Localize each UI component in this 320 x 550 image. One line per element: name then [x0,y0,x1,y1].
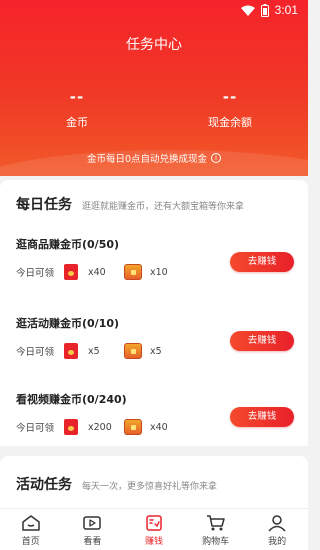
task-browse-activities: 逛活动赚金币(0/10) 今日可领 x5 x5 去赚钱 [16,315,296,381]
go-earn-button[interactable]: 去赚钱 [230,331,294,351]
today-label: 今日可领 [16,423,55,434]
today-label: 今日可领 [16,347,55,358]
today-label: 今日可领 [16,268,55,279]
earn-icon [146,515,162,531]
activity-tasks-section: 活动任务 每天一次，更多惊喜好礼等你来拿 [0,456,308,510]
tab-watch[interactable]: 看看 [62,509,124,550]
task-name: 逛活动赚金币(0/10) [16,317,120,330]
info-icon[interactable]: i [211,153,222,163]
coin-value: -- [69,88,85,106]
battery-icon [260,3,269,17]
red-envelope-icon [64,419,78,435]
tab-profile[interactable]: 我的 [246,509,308,550]
tab-earn[interactable]: 赚钱 [123,509,185,550]
wifi-icon [240,5,255,16]
tab-label: 购物车 [202,537,230,547]
coin-label: 金币 [66,116,88,129]
chest-count: x40 [150,421,168,433]
exchange-notice-text: 金币每日0点自动兑换成现金 [86,154,208,165]
tab-label: 赚钱 [144,537,163,547]
coin-balance[interactable]: -- 金币 [27,88,127,130]
red-envelope-icon [64,264,78,280]
tab-label: 我的 [268,537,287,547]
chest-count: x10 [150,266,168,278]
cash-label: 现金余额 [208,116,252,129]
go-earn-button[interactable]: 去赚钱 [230,252,294,272]
go-earn-button[interactable]: 去赚钱 [230,407,294,427]
red-envelope-icon [64,343,78,359]
bottom-tab-bar: 首页 看看 赚钱 购物车 我的 [0,508,308,550]
activity-tasks-title: 活动任务 [16,477,72,493]
cash-balance[interactable]: -- 现金余额 [180,88,280,130]
cash-value: -- [222,88,238,106]
tab-label: 看看 [83,537,102,547]
daily-tasks-title: 每日任务 [16,197,72,213]
task-watch-videos: 看视频赚金币(0/240) 今日可领 x200 x40 去赚钱 [16,391,296,457]
daily-tasks-subtitle: 逛逛就能赚金币，还有大额宝箱等你来拿 [82,202,245,212]
chest-count: x5 [150,345,162,357]
daily-tasks-section: 每日任务 逛逛就能赚金币，还有大额宝箱等你来拿 逛商品赚金币(0/50) 今日可… [0,180,308,446]
exchange-notice[interactable]: 金币每日0点自动兑换成现金 i [0,151,308,165]
tab-home[interactable]: 首页 [0,509,62,550]
home-icon [22,515,40,531]
treasure-chest-icon [124,343,142,359]
status-time: 3:01 [274,3,298,17]
treasure-chest-icon [124,264,142,280]
tab-cart[interactable]: 购物车 [185,509,247,550]
header: 3:01 任务中心 -- 金币 -- 现金余额 金币每日0点自动兑换成现金 i [0,0,308,176]
task-browse-products: 逛商品赚金币(0/50) 今日可领 x40 x10 去赚钱 [16,236,296,302]
envelope-count: x5 [88,345,100,357]
task-name: 逛商品赚金币(0/50) [16,238,120,251]
profile-icon [268,515,286,532]
video-icon [83,516,102,530]
task-name: 看视频赚金币(0/240) [16,393,127,406]
page-title: 任务中心 [126,37,182,53]
envelope-count: x40 [88,266,106,278]
envelope-count: x200 [88,421,112,433]
tab-label: 首页 [21,537,40,547]
cart-icon [206,515,225,531]
treasure-chest-icon [124,419,142,435]
status-bar: 3:01 [0,0,308,22]
activity-tasks-subtitle: 每天一次，更多惊喜好礼等你来拿 [82,482,218,492]
